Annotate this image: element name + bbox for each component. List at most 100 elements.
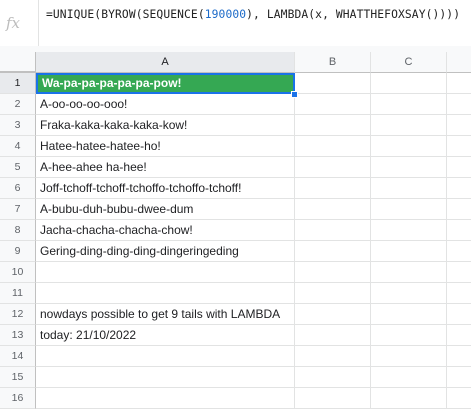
cell-d[interactable] [447,283,471,304]
cell-c[interactable] [371,178,447,199]
row-header[interactable]: 6 [0,178,36,199]
selected-cell-a1[interactable]: Wa-pa-pa-pa-pa-pa-pow! [36,73,295,94]
cell-a[interactable]: A-bubu-duh-bubu-dwee-dum [36,199,295,220]
row-header[interactable]: 4 [0,136,36,157]
table-row: 14 [0,346,471,367]
cell-a[interactable] [36,346,295,367]
cell-d[interactable] [447,325,471,346]
column-header-d[interactable] [447,52,471,73]
cell-b[interactable] [295,325,371,346]
cell-d[interactable] [447,199,471,220]
cell-a[interactable]: Joff-tchoff-tchoff-tchoffo-tchoffo-tchof… [36,178,295,199]
cell-c[interactable] [371,115,447,136]
cell-b[interactable] [295,283,371,304]
cell-d[interactable] [447,388,471,409]
column-header-b[interactable]: B [295,52,371,73]
cell-d[interactable] [447,346,471,367]
cell-b[interactable] [295,136,371,157]
row-header[interactable]: 1 [0,73,36,94]
cell-b[interactable] [295,304,371,325]
column-header-c[interactable]: C [371,52,447,73]
row-header[interactable]: 8 [0,220,36,241]
cell-a[interactable]: Hatee-hatee-hatee-ho! [36,136,295,157]
cell-d[interactable] [447,304,471,325]
cell-a[interactable]: Fraka-kaka-kaka-kaka-kow! [36,115,295,136]
cell-a[interactable]: A-hee-ahee ha-hee! [36,157,295,178]
cell-b[interactable] [295,241,371,262]
row-header[interactable]: 16 [0,388,36,409]
cell-c[interactable] [371,199,447,220]
cell-c[interactable] [371,157,447,178]
cell-c[interactable] [371,388,447,409]
row-header[interactable]: 15 [0,367,36,388]
cell-d[interactable] [447,157,471,178]
cell-c[interactable] [371,241,447,262]
row-header[interactable]: 5 [0,157,36,178]
table-row: 13 today: 21/10/2022 [0,325,471,346]
cell-b[interactable] [295,220,371,241]
formula-number: 190000 [204,8,247,21]
cell-c[interactable] [371,94,447,115]
cell-c[interactable] [371,220,447,241]
cell-a[interactable]: A-oo-oo-oo-ooo! [36,94,295,115]
row-header[interactable]: 7 [0,199,36,220]
cell-d[interactable] [447,73,471,94]
row-header[interactable]: 13 [0,325,36,346]
cell-a[interactable] [36,388,295,409]
cell-c[interactable] [371,325,447,346]
cell-b[interactable] [295,262,371,283]
cell-d[interactable] [447,367,471,388]
cell-d[interactable] [447,115,471,136]
cell-b[interactable] [295,346,371,367]
cell-b[interactable] [295,388,371,409]
cell-d[interactable] [447,136,471,157]
cell-d[interactable] [447,241,471,262]
row-header[interactable]: 11 [0,283,36,304]
table-row: 1 Wa-pa-pa-pa-pa-pa-pow! [0,73,471,94]
table-row: 16 [0,388,471,409]
cell-c[interactable] [371,346,447,367]
select-all-corner[interactable] [0,52,36,73]
cell-b[interactable] [295,367,371,388]
table-row: 11 [0,283,471,304]
cell-d[interactable] [447,220,471,241]
cell-b[interactable] [295,178,371,199]
cell-b[interactable] [295,199,371,220]
cell-b[interactable] [295,73,371,94]
row-header[interactable]: 2 [0,94,36,115]
row-header[interactable]: 14 [0,346,36,367]
cell-a[interactable] [36,262,295,283]
table-row: 9 Gering-ding-ding-ding-dingeringeding [0,241,471,262]
cell-a[interactable] [36,367,295,388]
formula-prefix: =UNIQUE(BYROW(SEQUENCE( [46,8,205,21]
cell-d[interactable] [447,94,471,115]
formula-bar-divider [38,0,39,46]
cell-b[interactable] [295,115,371,136]
cell-c[interactable] [371,262,447,283]
cell-c[interactable] [371,73,447,94]
row-header[interactable]: 12 [0,304,36,325]
cell-b[interactable] [295,94,371,115]
cell-a[interactable]: Gering-ding-ding-ding-dingeringeding [36,241,295,262]
cell-b[interactable] [295,157,371,178]
cell-c[interactable] [371,367,447,388]
table-row: 10 [0,262,471,283]
cell-a[interactable]: today: 21/10/2022 [36,325,295,346]
cell-c[interactable] [371,283,447,304]
cell-a[interactable]: Jacha-chacha-chacha-chow! [36,220,295,241]
row-header[interactable]: 10 [0,262,36,283]
column-header-a[interactable]: A [36,52,295,73]
cell-a[interactable]: nowdays possible to get 9 tails with LAM… [36,304,295,325]
cell-a[interactable] [36,283,295,304]
cell-c[interactable] [371,304,447,325]
table-row: 3 Fraka-kaka-kaka-kaka-kow! [0,115,471,136]
formula-suffix: ), LAMBDA(x, WHATTHEFOXSAY()))) [246,8,461,21]
cell-d[interactable] [447,178,471,199]
formula-input[interactable]: =UNIQUE(BYROW(SEQUENCE(190000), LAMBDA(x… [46,8,460,21]
row-header[interactable]: 9 [0,241,36,262]
fill-handle[interactable] [291,91,298,98]
cell-d[interactable] [447,262,471,283]
row-header[interactable]: 3 [0,115,36,136]
cell-c[interactable] [371,136,447,157]
table-row: 12 nowdays possible to get 9 tails with L… [0,304,471,325]
